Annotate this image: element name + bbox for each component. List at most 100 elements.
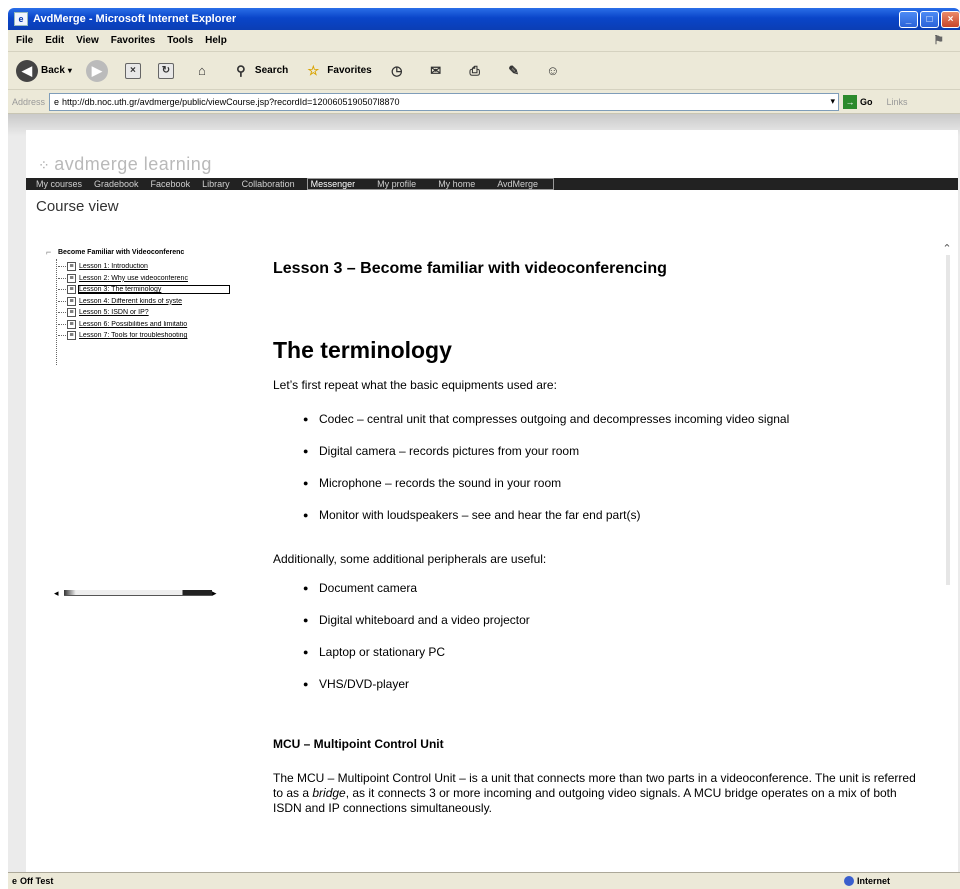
list-item-text: Digital whiteboard and a video projector <box>319 613 530 627</box>
status-page-icon: e <box>12 876 18 886</box>
tree-horizontal-scrollbar[interactable]: ◂ ▸ <box>54 588 222 598</box>
nav-collaboration[interactable]: Collaboration <box>242 179 295 189</box>
back-label: Back <box>41 65 65 76</box>
list-item-text: Document camera <box>319 581 418 595</box>
tree-root[interactable]: ⌐ Become Familiar with Videoconferenc <box>46 247 231 257</box>
mail-button[interactable]: ✉ <box>425 60 450 82</box>
page-heading: Course view <box>36 198 119 215</box>
menu-file[interactable]: File <box>16 35 33 46</box>
nav-my-profile[interactable]: My profile <box>377 179 416 189</box>
scroll-track[interactable] <box>946 255 950 585</box>
edit-icon: ✎ <box>508 62 520 78</box>
maximize-icon[interactable]: □ <box>920 11 939 28</box>
tree-item-label: Lesson 7: Tools for troubleshooting <box>79 332 188 340</box>
mail-icon: ✉ <box>430 62 442 78</box>
links-label[interactable]: Links <box>887 97 908 107</box>
menu-favorites[interactable]: Favorites <box>111 35 155 46</box>
list-item: ● Monitor with loudspeakers – see and hea… <box>303 508 928 540</box>
edit-button[interactable]: ✎ <box>503 60 528 82</box>
tree-item-lesson-1[interactable]: ≡ Lesson 1: Introduction <box>58 261 231 273</box>
tree-item-label-selected: Lesson 3: The terminology <box>78 285 230 295</box>
home-button[interactable]: ⌂ <box>191 60 216 82</box>
mcu-text-2: , as it connects 3 or more incoming and … <box>273 786 897 815</box>
tree-item-lesson-6[interactable]: ≡ Lesson 6: Possibilities and limitatio <box>58 319 231 331</box>
go-button[interactable]: → Go <box>843 94 873 109</box>
list-item: ● Digital camera – records pictures from … <box>303 444 928 476</box>
nav-avdmerge[interactable]: AvdMerge <box>497 179 538 189</box>
bullet-icon: ● <box>303 615 309 625</box>
tree-item-label: Lesson 5: ISDN or IP? <box>79 309 149 317</box>
toolbar: ◀ Back ▾ ▶ × ↻ ⌂ ⚲ Search ☆ Favorites ◷ … <box>8 52 960 90</box>
tree-item-lesson-4[interactable]: ≡ Lesson 4: Different kinds of syste <box>58 296 231 308</box>
search-button[interactable]: ⚲ Search <box>230 60 288 82</box>
equipment-list: ● Codec – central unit that compresses ou… <box>303 412 928 540</box>
menu-view[interactable]: View <box>76 35 99 46</box>
forward-button[interactable]: ▶ <box>85 59 111 82</box>
document-icon: ≡ <box>67 331 76 341</box>
nav-gradebook[interactable]: Gradebook <box>94 179 139 189</box>
address-url: http://db.noc.uth.gr/avdmerge/public/vie… <box>62 96 400 107</box>
back-button[interactable]: ◀ Back ▾ <box>16 59 72 82</box>
address-input[interactable]: e http://db.noc.uth.gr/avdmerge/public/v… <box>49 92 840 111</box>
favorites-button[interactable]: ☆ Favorites <box>302 60 371 82</box>
list-item: ● Laptop or stationary PC <box>303 645 928 677</box>
nav-my-home[interactable]: My home <box>438 179 475 189</box>
mcu-heading: MCU – Multipoint Control Unit <box>273 737 444 751</box>
tree-branch <box>58 335 66 337</box>
tree-branch <box>58 266 66 268</box>
list-item-text: Microphone – records the sound in your r… <box>319 476 562 490</box>
menu-tools[interactable]: Tools <box>167 35 193 46</box>
address-dropdown-icon[interactable]: ▾ <box>831 96 836 107</box>
window-title: AvdMerge - Microsoft Internet Explorer <box>33 13 237 25</box>
tree-item-lesson-2[interactable]: ≡ Lesson 2: Why use videoconferenc <box>58 273 231 285</box>
list-item: ● Codec – central unit that compresses ou… <box>303 412 928 444</box>
bullet-icon: ● <box>303 446 309 456</box>
bullet-icon: ● <box>303 583 309 593</box>
nav-facebook[interactable]: Facebook <box>151 179 191 189</box>
nav-group: Messenger My profile My home AvdMerge <box>306 178 555 190</box>
menu-edit[interactable]: Edit <box>45 35 64 46</box>
brand-logo-icon: ⁘ <box>38 157 51 173</box>
windows-flag-icon: ⚑ <box>933 33 944 47</box>
minimize-icon[interactable]: _ <box>899 11 918 28</box>
list-item-text: Digital camera – records pictures from y… <box>319 444 580 458</box>
nav-my-courses[interactable]: My courses <box>36 179 82 189</box>
history-button[interactable]: ◷ <box>386 60 411 82</box>
scroll-up-icon[interactable]: ⌃ <box>938 242 956 255</box>
bullet-icon: ● <box>303 414 309 424</box>
peripherals-intro: Additionally, some additional peripheral… <box>273 552 547 566</box>
content-vertical-scrollbar[interactable]: ⌃ <box>938 242 956 872</box>
tree-item-lesson-5[interactable]: ≡ Lesson 5: ISDN or IP? <box>58 307 231 319</box>
tree-item-label: Lesson 6: Possibilities and limitatio <box>79 320 188 328</box>
scroll-track[interactable] <box>64 590 212 596</box>
mcu-text-italic: bridge <box>312 786 346 800</box>
tree-branch <box>58 277 66 279</box>
nav-messenger[interactable]: Messenger <box>311 179 356 189</box>
tree-item-lesson-3[interactable]: ≡ Lesson 3: The terminology <box>58 284 231 296</box>
stop-button[interactable]: × <box>124 62 144 79</box>
menu-help[interactable]: Help <box>205 35 227 46</box>
scroll-left-icon[interactable]: ◂ <box>54 588 64 599</box>
page-viewport: ⁘ avdmerge learning My courses Gradebook … <box>8 114 960 872</box>
messenger-button[interactable]: ☺ <box>542 60 567 82</box>
statusbar: e Off Test Internet <box>8 872 960 889</box>
lesson-title: Lesson 3 – Become familiar with videocon… <box>273 260 667 277</box>
ie-icon: e <box>14 12 28 26</box>
tree-branch <box>58 300 66 302</box>
back-dropdown-icon[interactable]: ▾ <box>68 66 72 75</box>
home-icon: ⌂ <box>197 63 206 78</box>
print-button[interactable]: ⎙ <box>464 60 489 82</box>
bullet-icon: ● <box>303 679 309 689</box>
list-item: ● Microphone – records the sound in your … <box>303 476 928 508</box>
lesson-tree: ⌐ Become Familiar with Videoconferenc ≡ … <box>46 247 231 342</box>
scroll-right-icon[interactable]: ▸ <box>212 588 222 599</box>
list-item-text: Monitor with loudspeakers – see and hear… <box>319 508 641 522</box>
window-controls: _ □ × <box>899 11 960 28</box>
tree-item-lesson-7[interactable]: ≡ Lesson 7: Tools for troubleshooting <box>58 330 231 342</box>
brand-text: avdmerge learning <box>54 154 212 174</box>
go-label: Go <box>860 96 873 107</box>
nav-library[interactable]: Library <box>202 179 230 189</box>
refresh-button[interactable]: ↻ <box>157 62 177 79</box>
close-icon[interactable]: × <box>941 11 960 28</box>
star-icon: ☆ <box>307 62 320 78</box>
